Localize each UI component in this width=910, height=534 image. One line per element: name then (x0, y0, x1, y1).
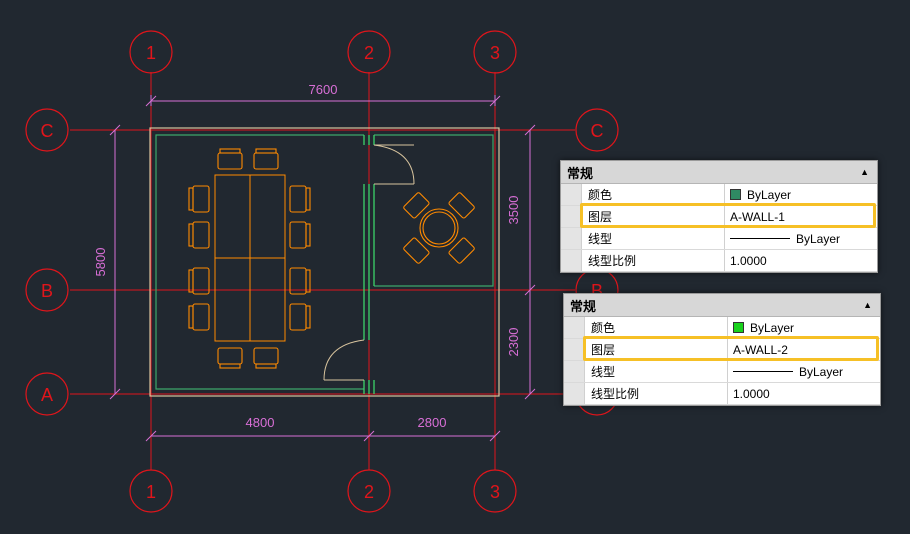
chair[interactable] (217, 347, 243, 369)
chair[interactable] (253, 347, 279, 369)
chair[interactable] (188, 303, 210, 331)
chair[interactable] (188, 221, 210, 249)
property-value[interactable]: A-WALL-2 (728, 339, 880, 360)
property-key: 颜色 (582, 184, 725, 205)
properties-panel-1[interactable]: 常规 ▲ 颜色 ByLayer 图层 A-WALL-1 线型 ByLayer 线… (560, 160, 878, 273)
property-row-linetype[interactable]: 线型 ByLayer (564, 361, 880, 383)
axis-label-1-bottom: 1 (146, 482, 156, 502)
axis-label-b-left: B (41, 281, 53, 301)
property-row-layer[interactable]: 图层 A-WALL-1 (561, 206, 877, 228)
property-value[interactable]: ByLayer (725, 228, 877, 249)
panel-header-title: 常规 (567, 165, 594, 181)
axis-label-1-top: 1 (146, 43, 156, 63)
panel-header[interactable]: 常规 ▲ (561, 161, 877, 184)
property-key: 图层 (582, 206, 725, 227)
chair[interactable] (217, 148, 243, 170)
property-key: 线型 (582, 228, 725, 249)
dim-left-total: 5800 (93, 248, 108, 277)
property-row-color[interactable]: 颜色 ByLayer (561, 184, 877, 206)
dim-bottom-left: 4800 (246, 415, 275, 430)
linetype-swatch-icon (730, 238, 790, 239)
property-row-ltscale[interactable]: 线型比例 1.0000 (561, 250, 877, 272)
color-swatch-icon (730, 189, 741, 200)
property-key: 颜色 (585, 317, 728, 338)
collapse-icon[interactable]: ▲ (863, 300, 872, 310)
axis-label-2-top: 2 (364, 43, 374, 63)
door-upper[interactable] (373, 144, 415, 185)
dim-right-lower: 2300 (506, 328, 521, 357)
property-value[interactable]: ByLayer (725, 184, 877, 205)
properties-panel-2[interactable]: 常规 ▲ 颜色 ByLayer 图层 A-WALL-2 线型 ByLayer 线… (563, 293, 881, 406)
dimension-texts: 7600 4800 2800 5800 3500 2300 (93, 82, 521, 430)
chair[interactable] (289, 303, 311, 331)
walls[interactable] (149, 127, 500, 397)
property-row-linetype[interactable]: 线型 ByLayer (561, 228, 877, 250)
axis-label-3-top: 3 (490, 43, 500, 63)
partition-wall-right[interactable] (374, 134, 494, 287)
color-swatch-icon (733, 322, 744, 333)
axis-label-2-bottom: 2 (364, 482, 374, 502)
linetype-swatch-icon (733, 371, 793, 372)
inner-wall-left-room[interactable] (155, 134, 364, 390)
property-value[interactable]: 1.0000 (728, 383, 880, 404)
property-key: 线型比例 (582, 250, 725, 271)
chair[interactable] (188, 185, 210, 213)
axis-label-c-right: C (591, 121, 604, 141)
axis-label-a-left: A (41, 385, 53, 405)
axis-label-3-bottom: 3 (490, 482, 500, 502)
chair[interactable] (253, 148, 279, 170)
outer-wall[interactable] (149, 127, 500, 397)
dim-right-upper: 3500 (506, 196, 521, 225)
property-value[interactable]: 1.0000 (725, 250, 877, 271)
chair[interactable] (289, 221, 311, 249)
chair[interactable] (289, 185, 311, 213)
property-value[interactable]: ByLayer (728, 361, 880, 382)
property-row-color[interactable]: 颜色 ByLayer (564, 317, 880, 339)
property-key: 线型 (585, 361, 728, 382)
property-key: 图层 (585, 339, 728, 360)
conference-table[interactable] (214, 174, 286, 342)
property-row-ltscale[interactable]: 线型比例 1.0000 (564, 383, 880, 405)
dim-bottom-right: 2800 (418, 415, 447, 430)
property-key: 线型比例 (585, 383, 728, 404)
panel-header[interactable]: 常规 ▲ (564, 294, 880, 317)
door-lower[interactable] (323, 339, 365, 381)
property-row-layer[interactable]: 图层 A-WALL-2 (564, 339, 880, 361)
collapse-icon[interactable]: ▲ (860, 167, 869, 177)
axis-label-c-left: C (41, 121, 54, 141)
panel-header-title: 常规 (570, 298, 597, 314)
dim-top-total: 7600 (309, 82, 338, 97)
round-table-set[interactable] (382, 171, 495, 284)
property-value[interactable]: A-WALL-1 (725, 206, 877, 227)
property-value[interactable]: ByLayer (728, 317, 880, 338)
axis-bubble-labels: 1 2 3 1 2 3 C B A C B A (41, 43, 604, 502)
